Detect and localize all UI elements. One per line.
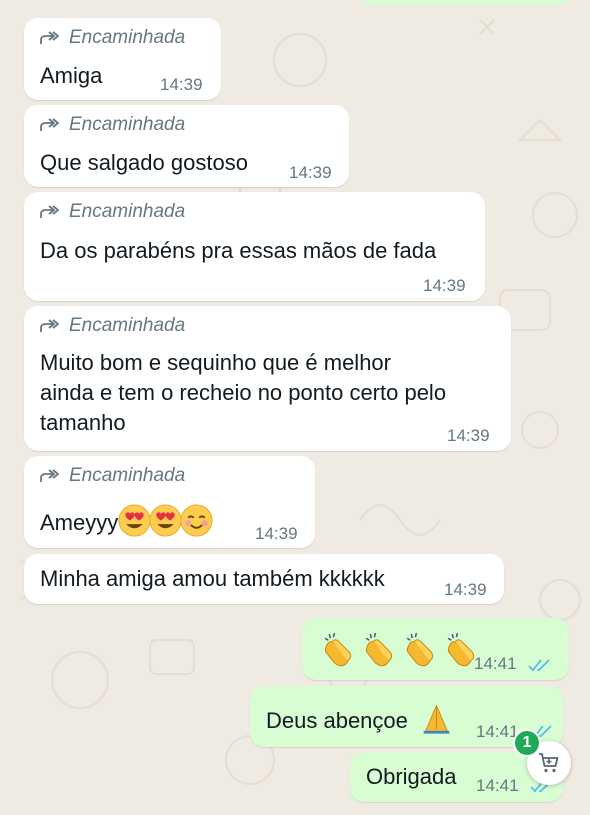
clapping-hands-emoji (324, 632, 352, 667)
previous-message-edge (360, 0, 570, 4)
message-text: Amiga (40, 63, 103, 88)
message-text: Que salgado gostoso (40, 150, 248, 175)
forwarded-label: Encaminhada (69, 201, 186, 222)
message-emojis (319, 630, 483, 672)
forwarded-label: Encaminhada (69, 315, 186, 336)
read-ticks-icon (528, 659, 550, 672)
message-time: 14:41 (476, 722, 519, 741)
forward-arrow-icon (40, 118, 59, 131)
smiling-blush-emoji (180, 504, 213, 537)
shopping-cart-icon (539, 753, 559, 773)
message-text: Ameyyy (40, 510, 119, 535)
incoming-message[interactable]: Encaminhada Que salgado gostoso 14:39 (24, 105, 349, 187)
message-time: 14:39 (289, 163, 332, 182)
forwarded-tag: Encaminhada (40, 27, 185, 49)
message-text-with-emoji: Ameyyy (40, 504, 213, 538)
incoming-message[interactable]: Encaminhada Da os parabéns pra essas mão… (24, 192, 485, 301)
forward-arrow-icon (40, 31, 59, 44)
message-time: 14:39 (447, 426, 490, 445)
forwarded-tag: Encaminhada (40, 315, 185, 337)
message-text: Obrigada (366, 764, 457, 789)
message-time: 14:39 (255, 524, 298, 543)
folded-hands-emoji (423, 704, 450, 734)
message-text: Deus abençoe (266, 708, 408, 733)
forward-arrow-icon (40, 319, 59, 332)
message-time: 14:41 (474, 654, 517, 673)
forwarded-tag: Encaminhada (40, 201, 185, 223)
outgoing-message[interactable]: 14:41 (302, 618, 569, 680)
forwarded-tag: Encaminhada (40, 114, 185, 136)
message-time: 14:39 (423, 276, 466, 295)
incoming-message[interactable]: Encaminhada Muito bom e sequinho que é m… (24, 306, 511, 451)
cart-count-badge: 1 (513, 729, 541, 757)
forwarded-tag: Encaminhada (40, 465, 185, 487)
message-text-line: ainda e tem o recheio no ponto certo pel… (40, 380, 447, 405)
clapping-hands-emoji (365, 632, 393, 667)
message-text-line: Muito bom e sequinho que é melhor (40, 350, 391, 375)
heart-eyes-emoji (118, 504, 151, 537)
message-time: 14:39 (444, 580, 487, 599)
forward-arrow-icon (40, 205, 59, 218)
message-text: Da os parabéns pra essas mãos de fada (40, 238, 437, 263)
heart-eyes-emoji (149, 504, 182, 537)
message-time: 14:39 (160, 75, 203, 94)
message-text-with-emoji: Deus abençoe (266, 702, 451, 736)
forwarded-label: Encaminhada (69, 465, 186, 486)
forwarded-label: Encaminhada (69, 114, 186, 135)
incoming-message[interactable]: Encaminhada Amiga 14:39 (24, 18, 221, 100)
incoming-message[interactable]: Encaminhada Ameyyy 14:39 (24, 456, 315, 548)
message-time: 14:41 (476, 776, 519, 795)
incoming-message[interactable]: Minha amiga amou também kkkkkk 14:39 (24, 554, 504, 604)
forward-arrow-icon (40, 469, 59, 482)
clapping-hands-emoji (406, 632, 434, 667)
forwarded-label: Encaminhada (69, 27, 186, 48)
message-text: Minha amiga amou também kkkkkk (40, 566, 385, 591)
message-text-line: tamanho (40, 410, 126, 435)
